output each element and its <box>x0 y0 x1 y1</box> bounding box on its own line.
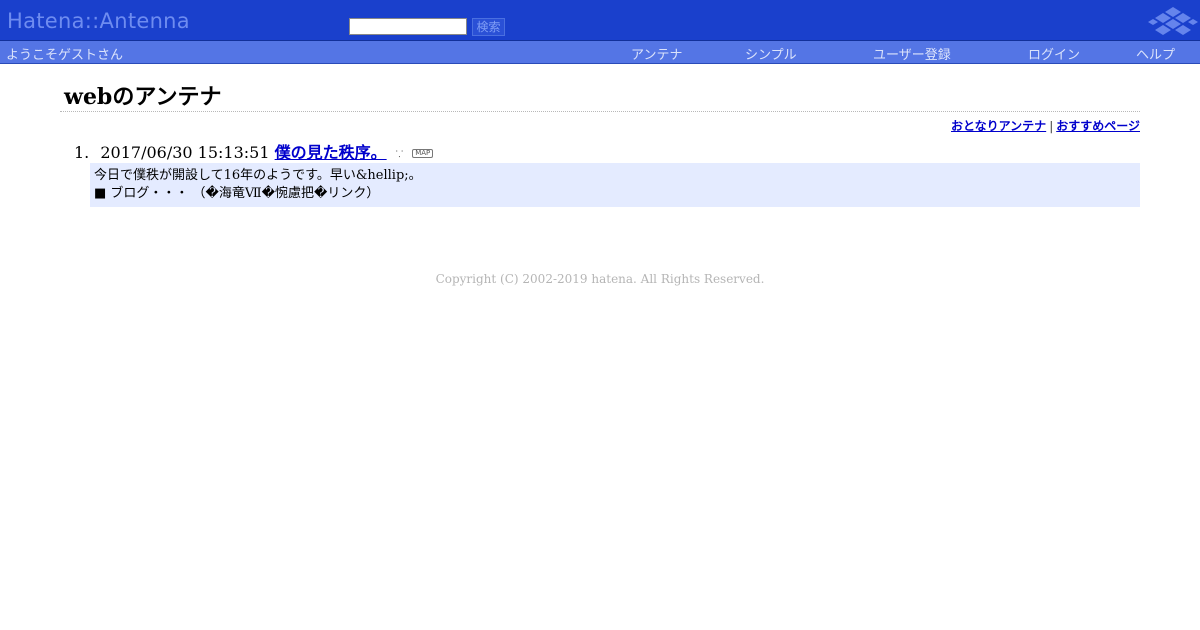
hatena-diamond-logo-icon[interactable] <box>1148 6 1198 36</box>
snippet-line: ■ ブログ・・・ （�海竜Ⅶ�惋慮把�リンク） <box>94 186 380 201</box>
entry-snippet: 今日で僕秩が開設して16年のようです。早い&hellip;。 ■ ブログ・・・ … <box>90 163 1140 207</box>
nav-simple[interactable]: シンプル <box>745 44 797 63</box>
navigation-bar: ようこそゲストさん アンテナ シンプル ユーザー登録 ログイン ヘルプ <box>0 41 1200 64</box>
nav-login[interactable]: ログイン <box>1028 44 1080 63</box>
nav-help[interactable]: ヘルプ <box>1136 44 1175 63</box>
entry-title-link[interactable]: 僕の見た秩序。 <box>275 143 387 162</box>
title-divider <box>60 111 1140 112</box>
recommended-pages-link[interactable]: おすすめページ <box>1056 119 1140 133</box>
copyright-footer: Copyright (C) 2002-2019 hatena. All Righ… <box>435 272 765 286</box>
nav-user-register[interactable]: ユーザー登録 <box>873 44 951 63</box>
page-title: webのアンテナ <box>64 84 222 110</box>
welcome-message: ようこそゲストさん <box>6 48 124 63</box>
nav-antenna[interactable]: アンテナ <box>631 44 682 63</box>
hatena-antenna-logo[interactable]: Hatena::Antenna <box>7 9 190 33</box>
snippet-line: 今日で僕秩が開設して16年のようです。早い&hellip;。 <box>94 168 422 183</box>
map-icon[interactable]: MAP <box>412 149 434 158</box>
link-separator: | <box>1049 119 1054 133</box>
search-button[interactable]: 検索 <box>472 18 505 36</box>
antenna-entry: 1. 2017/06/30 15:13:51 僕の見た秩序。 ⸪ MAP <box>74 139 434 163</box>
related-links: おとなりアンテナ | おすすめページ <box>951 117 1140 134</box>
neighbor-antenna-link[interactable]: おとなりアンテナ <box>951 119 1046 133</box>
diff-icon[interactable]: ⸪ <box>396 147 403 160</box>
entry-number: 1. <box>74 143 90 162</box>
search-input[interactable] <box>349 18 467 35</box>
entry-timestamp: 2017/06/30 15:13:51 <box>100 143 270 162</box>
header-bar: Hatena::Antenna 検索 <box>0 0 1200 41</box>
